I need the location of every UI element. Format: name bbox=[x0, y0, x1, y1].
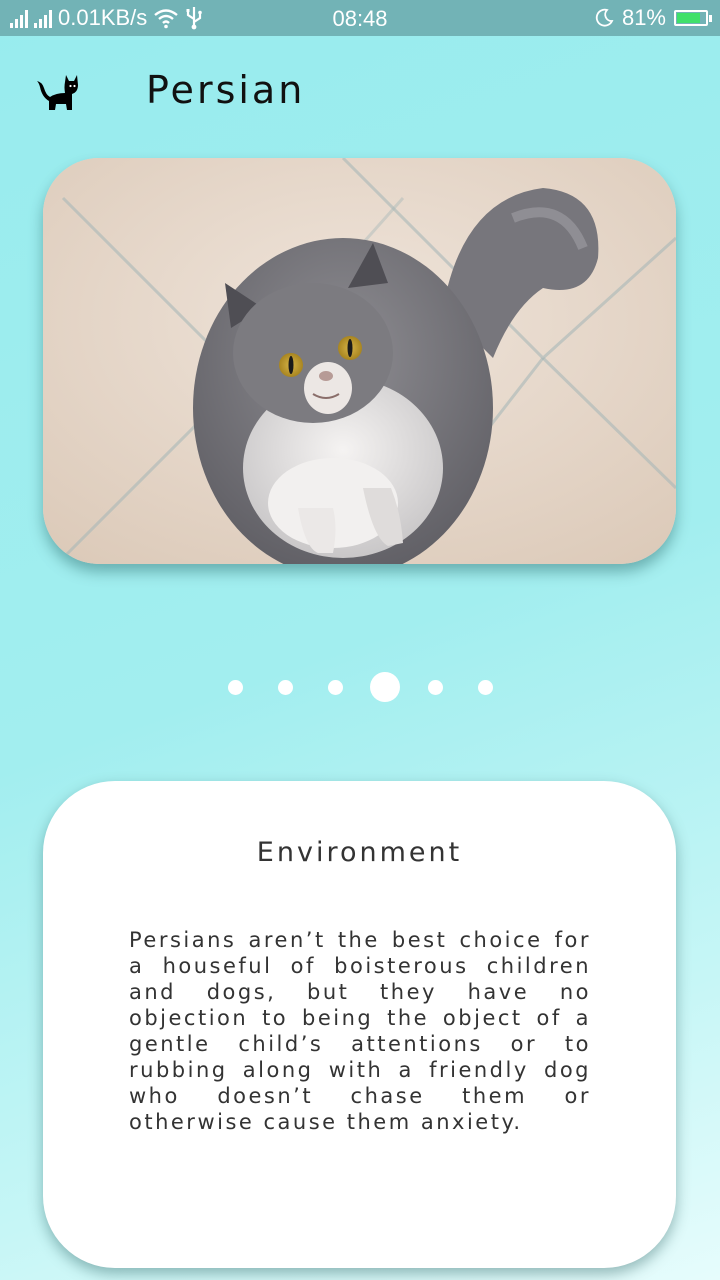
cat-icon[interactable] bbox=[36, 73, 80, 113]
carousel-dot[interactable] bbox=[277, 679, 293, 695]
info-card: Environment Persians aren’t the best cho… bbox=[43, 781, 676, 1268]
carousel-dot-active[interactable] bbox=[370, 672, 400, 702]
carousel-indicator[interactable] bbox=[0, 670, 720, 704]
carousel-dot[interactable] bbox=[227, 679, 243, 695]
page-title: Persian bbox=[146, 68, 306, 112]
battery-percent: 81% bbox=[621, 5, 666, 30]
cat-photo[interactable] bbox=[43, 158, 676, 564]
battery-charging-icon bbox=[674, 10, 712, 26]
status-right: 81% bbox=[594, 5, 712, 31]
moon-icon bbox=[595, 8, 614, 27]
carousel-dot[interactable] bbox=[477, 679, 493, 695]
status-bar: 0.01KB/s 08:48 81% bbox=[0, 0, 720, 36]
info-body: Persians aren’t the best choice for a ho… bbox=[129, 928, 591, 1134]
cat-photo-image bbox=[43, 158, 676, 564]
carousel-dot[interactable] bbox=[327, 679, 343, 695]
app-bar: Persian bbox=[0, 36, 720, 148]
carousel-dot[interactable] bbox=[427, 679, 443, 695]
battery-fill bbox=[677, 13, 700, 23]
info-heading: Environment bbox=[256, 837, 463, 868]
